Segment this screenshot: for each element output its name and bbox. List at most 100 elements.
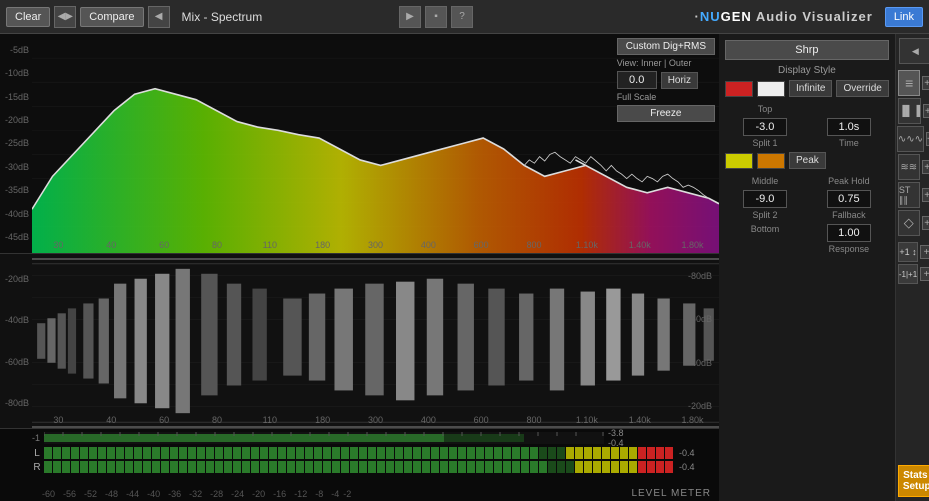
meter-cell [287, 447, 295, 459]
scale-label: -56 [63, 489, 76, 499]
display-style-plus-1[interactable]: + [922, 76, 929, 90]
meter-cell [305, 461, 313, 473]
meter-cell [548, 447, 556, 459]
l-reading: -0.4 [679, 448, 715, 458]
override-button[interactable]: Override [836, 80, 888, 97]
time-value[interactable]: 1.0s [827, 118, 871, 136]
x-label: 300 [349, 240, 402, 250]
scale-label: -16 [273, 489, 286, 499]
meter-cell [179, 461, 187, 473]
link-button[interactable]: Link [885, 7, 923, 27]
x-label: 180 [296, 240, 349, 250]
x-label: 80 [191, 240, 244, 250]
stats-setup-button[interactable]: StatsSetup [898, 465, 929, 497]
meter-cell [557, 461, 565, 473]
record-button[interactable]: ▪ [425, 6, 447, 28]
horiz-button[interactable]: Horiz [661, 72, 698, 89]
meter-cell [296, 461, 304, 473]
prev-button[interactable]: ◀ [148, 6, 170, 28]
bars-top-visualization [32, 254, 719, 341]
y-label: -80dB [688, 271, 715, 281]
infinite-button[interactable]: Infinite [789, 80, 832, 97]
split1-value[interactable]: -3.0 [743, 118, 787, 136]
meter-cell [494, 447, 502, 459]
time-col: 1.0s Time [809, 118, 889, 148]
minus1-plus[interactable]: + [920, 267, 929, 281]
meter-cell [242, 447, 250, 459]
middle-col: Middle [725, 176, 805, 186]
x-label: 40 [85, 415, 138, 425]
meter-cell [494, 461, 502, 473]
meter-cell [656, 461, 664, 473]
meter-cell [656, 447, 664, 459]
full-scale-label: Full Scale [617, 92, 715, 102]
plus1-plus[interactable]: + [920, 245, 929, 259]
meter-cell [503, 461, 511, 473]
controls-inner: Shrp Display Style Infinite Override Top [719, 34, 895, 501]
play-button[interactable]: ▶ [399, 6, 421, 28]
x-label: 80 [191, 415, 244, 425]
custom-dig-rms-button[interactable]: Custom Dig+RMS [617, 38, 715, 55]
display-style-plus-2[interactable]: + [923, 104, 929, 118]
meter-cell [512, 447, 520, 459]
meter-cell [467, 461, 475, 473]
level-meter-area: -1 [0, 429, 719, 501]
minus1-plus1-button[interactable]: -1|+1 [898, 264, 918, 284]
scale-label: -48 [105, 489, 118, 499]
r-meter-row: R -0.4 [32, 461, 715, 473]
display-style-fill-button[interactable]: ≋≋ [898, 154, 920, 180]
time-label: Time [839, 138, 859, 148]
meter-cell [386, 447, 394, 459]
y-label: -20dB [0, 274, 32, 284]
meter-cell [458, 447, 466, 459]
help-button[interactable]: ? [451, 6, 473, 28]
display-style-block-button[interactable]: ▐▌▐ [898, 98, 921, 124]
meter-cell [521, 447, 529, 459]
display-style-plus-5[interactable]: + [922, 188, 929, 202]
meter-cell [665, 461, 673, 473]
meter-cell [422, 461, 430, 473]
bottom-label: Bottom [751, 224, 780, 234]
freeze-button[interactable]: Freeze [617, 105, 715, 122]
collapse-button[interactable]: ◀ [899, 38, 929, 64]
display-style-diamond-button[interactable]: ◇ [898, 210, 920, 236]
view-label: View: Inner | Outer [617, 58, 715, 68]
split2-value[interactable]: -9.0 [743, 190, 787, 208]
scale-label: -12 [294, 489, 307, 499]
display-style-st-button[interactable]: ST ∥∥ [898, 182, 920, 208]
peak-button[interactable]: Peak [789, 152, 826, 169]
meter-cell [629, 447, 637, 459]
display-style-plus-6[interactable]: + [922, 216, 929, 230]
x-label: 1.10k [560, 240, 613, 250]
meter-cell [233, 461, 241, 473]
meter-cell [359, 447, 367, 459]
response-value[interactable]: 1.00 [827, 224, 871, 242]
meter-cell [269, 461, 277, 473]
x-label: 40 [85, 240, 138, 250]
shrp-button[interactable]: Shrp [725, 40, 889, 60]
meter-cell [647, 447, 655, 459]
display-style-bar-button[interactable]: ≡ [898, 70, 920, 96]
display-style-plus-4[interactable]: + [922, 160, 929, 174]
compare-button[interactable]: Compare [80, 7, 143, 27]
meter-cell [593, 447, 601, 459]
color-swatch-yellow [725, 153, 753, 169]
top-bar: Clear ◀▶ Compare ◀ Mix - Spectrum ▶ ▪ ? … [0, 0, 929, 34]
fallback-value[interactable]: 0.75 [827, 190, 871, 208]
plus1-button[interactable]: +1 ↕ [898, 242, 918, 262]
x-label: 110 [243, 415, 296, 425]
x-label: 1.40k [613, 415, 666, 425]
y-label: -30dB [0, 162, 32, 172]
meter-cell [98, 447, 106, 459]
back-arrow-button[interactable]: ◀▶ [54, 6, 76, 28]
meter-cell [44, 461, 52, 473]
meter-cell [44, 447, 52, 459]
l-meter-cells [44, 447, 673, 459]
meter-cell [584, 447, 592, 459]
x-label: 30 [32, 415, 85, 425]
display-style-wave-button[interactable]: ∿∿∿ [897, 126, 924, 152]
clear-button[interactable]: Clear [6, 7, 50, 27]
split2-col: -9.0 Split 2 [725, 190, 805, 220]
scale-label: -24 [231, 489, 244, 499]
y-label: -25dB [0, 138, 32, 148]
